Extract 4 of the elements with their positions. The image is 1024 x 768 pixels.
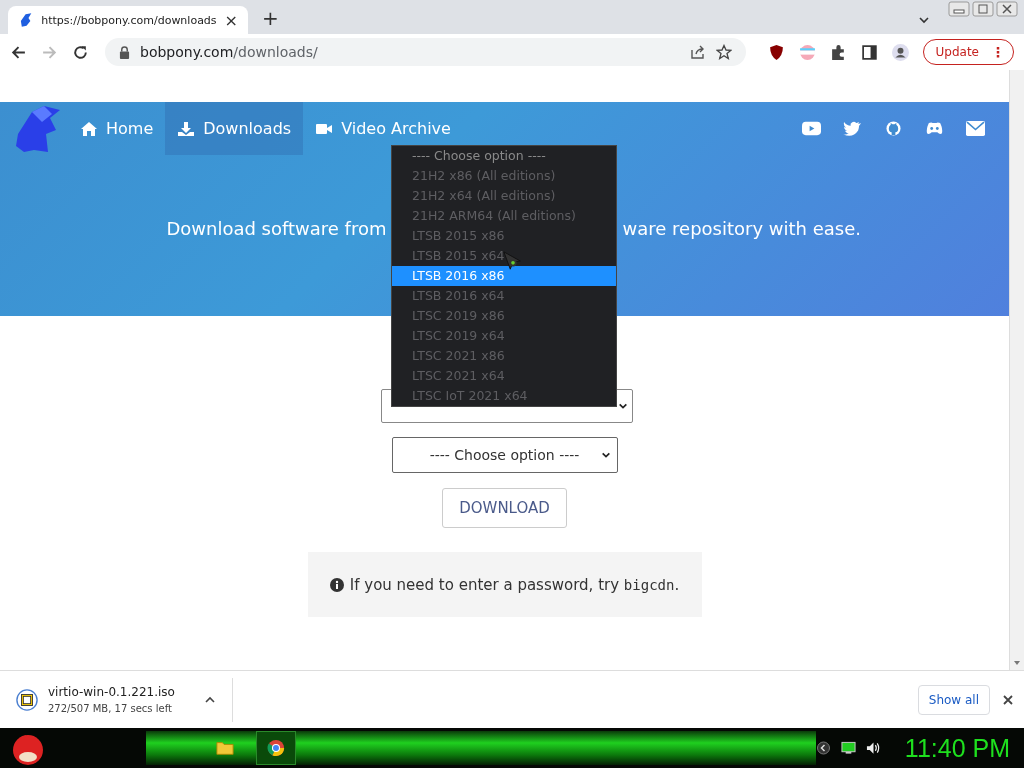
notice-text: If you need to enter a password, try bigcdn.: [349, 575, 680, 594]
hero-text: ware repository with ease.: [622, 218, 861, 239]
hero-text: Download software from: [166, 218, 387, 239]
download-status: 272/507 MB, 17 secs left: [48, 703, 173, 714]
